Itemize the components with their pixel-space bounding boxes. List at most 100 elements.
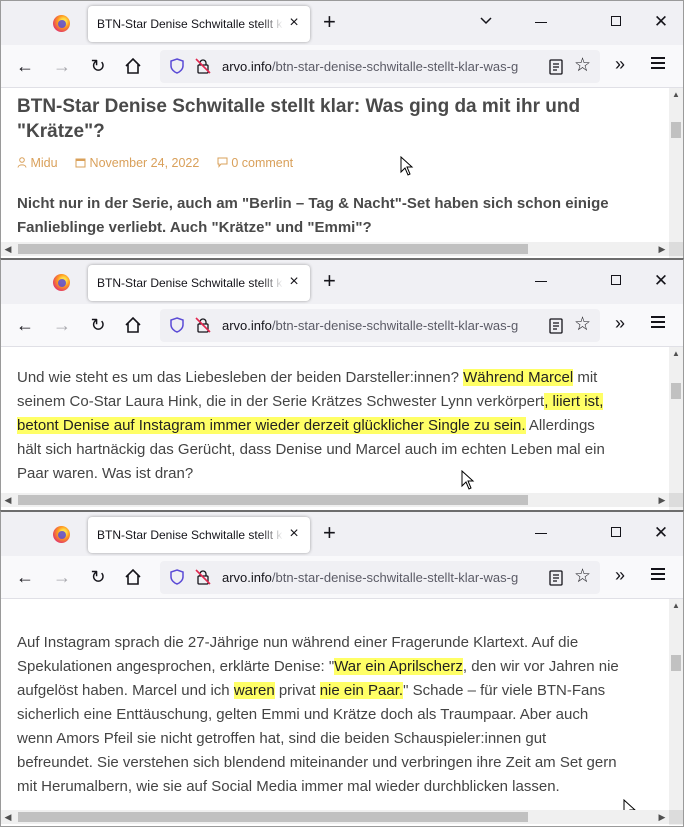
overflow-chevrons-icon[interactable]: » [615,313,625,334]
url-bar[interactable]: arvo.info/btn-star-denise-schwitalle-ste… [160,561,600,594]
scroll-right-icon[interactable]: ▶ [655,242,669,256]
url-text[interactable]: arvo.info/btn-star-denise-schwitalle-ste… [222,570,542,585]
vertical-scrollbar[interactable]: ▲ ▼ [669,88,683,258]
highlight: Während Marcel [463,369,574,386]
close-window-button[interactable]: ✕ [651,523,671,543]
new-tab-button[interactable]: + [323,270,336,292]
back-arrow-icon[interactable]: ← [13,313,37,337]
scroll-right-icon[interactable]: ▶ [655,810,669,824]
date-link[interactable]: November 24, 2022 [75,156,199,170]
bookmark-star-icon[interactable]: ☆ [574,567,591,587]
lock-strike-icon[interactable] [195,569,211,585]
scroll-up-icon[interactable]: ▲ [669,88,683,102]
close-tab-icon[interactable]: × [286,15,302,31]
vertical-scrollbar[interactable]: ▲ ▼ [669,599,683,825]
close-tab-icon[interactable]: × [286,526,302,542]
tab-title: BTN-Star Denise Schwitalle stellt klar: … [97,528,283,542]
minimize-button[interactable] [532,523,552,543]
url-bar[interactable]: arvo.info/btn-star-denise-schwitalle-ste… [160,50,600,83]
reader-view-icon[interactable] [548,570,564,586]
scroll-corner [669,810,683,824]
h-scroll-thumb[interactable] [18,244,528,254]
reload-icon[interactable]: ↻ [86,565,110,589]
close-window-button[interactable]: ✕ [651,271,671,291]
article-lead: Nicht nur in der Serie, auch am "Berlin … [17,195,609,236]
overflow-chevrons-icon[interactable]: » [615,54,625,75]
reader-view-icon[interactable] [548,59,564,75]
overflow-chevrons-icon[interactable]: » [615,565,625,586]
scroll-right-icon[interactable]: ▶ [655,493,669,507]
reload-icon[interactable]: ↻ [86,54,110,78]
hamburger-menu-icon[interactable] [651,57,665,69]
active-tab[interactable]: BTN-Star Denise Schwitalle stellt klar: … [88,517,310,553]
title-bar[interactable]: BTN-Star Denise Schwitalle stellt klar: … [1,260,683,304]
scroll-left-icon[interactable]: ◀ [1,242,15,256]
url-bar[interactable]: arvo.info/btn-star-denise-schwitalle-ste… [160,309,600,342]
shield-icon[interactable] [169,569,185,585]
forward-arrow-icon[interactable]: → [50,565,74,589]
maximize-button[interactable] [606,271,626,291]
h-scroll-thumb[interactable] [18,812,528,822]
user-icon [17,157,27,168]
title-bar[interactable]: BTN-Star Denise Schwitalle stellt klar: … [1,512,683,556]
scroll-thumb[interactable] [671,655,681,671]
mouse-cursor-icon [400,156,414,176]
firefox-logo-icon [53,526,70,543]
bookmark-star-icon[interactable]: ☆ [574,315,591,335]
scroll-thumb[interactable] [671,122,681,138]
hamburger-menu-icon[interactable] [651,316,665,328]
horizontal-scrollbar[interactable]: ◀ ▶ [1,493,669,507]
home-icon[interactable] [121,565,145,589]
new-tab-button[interactable]: + [323,11,336,33]
vertical-scrollbar[interactable]: ▲ ▼ [669,347,683,510]
horizontal-scrollbar[interactable]: ◀ ▶ [1,242,669,256]
forward-arrow-icon[interactable]: → [50,54,74,78]
url-text[interactable]: arvo.info/btn-star-denise-schwitalle-ste… [222,318,542,333]
reader-view-icon[interactable] [548,318,564,334]
shield-icon[interactable] [169,317,185,333]
lock-strike-icon[interactable] [195,58,211,74]
comments-link[interactable]: 0 comment [217,156,293,170]
active-tab[interactable]: BTN-Star Denise Schwitalle stellt klar: … [88,265,310,301]
page-content: BTN-Star Denise Schwitalle stellt klar: … [1,88,669,242]
scroll-thumb[interactable] [671,383,681,399]
maximize-button[interactable] [606,12,626,32]
browser-window-2: BTN-Star Denise Schwitalle stellt klar: … [0,258,684,510]
home-icon[interactable] [121,54,145,78]
minimize-button[interactable] [532,271,552,291]
back-arrow-icon[interactable]: ← [13,54,37,78]
nav-bar: ← → ↻ arvo.info/btn-star-denise-schwital… [1,304,683,347]
lock-strike-icon[interactable] [195,317,211,333]
scroll-left-icon[interactable]: ◀ [1,810,15,824]
highlight: , liiert ist, [544,393,604,410]
title-bar[interactable]: BTN-Star Denise Schwitalle stellt klar: … [1,1,683,45]
scroll-up-icon[interactable]: ▲ [669,599,683,613]
bookmark-star-icon[interactable]: ☆ [574,56,591,76]
reload-icon[interactable]: ↻ [86,313,110,337]
horizontal-scrollbar[interactable]: ◀ ▶ [1,810,669,824]
close-window-button[interactable]: ✕ [651,12,671,32]
h-scroll-thumb[interactable] [18,495,528,505]
highlight: nie ein Paar. [319,682,404,699]
chevron-down-icon[interactable] [479,14,493,28]
highlight: waren [233,682,275,699]
scroll-left-icon[interactable]: ◀ [1,493,15,507]
maximize-button[interactable] [606,523,626,543]
author-link[interactable]: Midu [17,156,58,170]
forward-arrow-icon[interactable]: → [50,313,74,337]
scroll-up-icon[interactable]: ▲ [669,347,683,361]
close-tab-icon[interactable]: × [286,274,302,290]
back-arrow-icon[interactable]: ← [13,565,37,589]
shield-icon[interactable] [169,58,185,74]
firefox-logo-icon [53,274,70,291]
hamburger-menu-icon[interactable] [651,568,665,580]
new-tab-button[interactable]: + [323,522,336,544]
home-icon[interactable] [121,313,145,337]
page-content: Und wie steht es um das Liebesleben der … [1,347,669,494]
browser-window-1: BTN-Star Denise Schwitalle stellt klar: … [0,0,684,258]
minimize-button[interactable] [532,12,552,32]
browser-window-3: BTN-Star Denise Schwitalle stellt klar: … [0,510,684,827]
active-tab[interactable]: BTN-Star Denise Schwitalle stellt klar: … [88,6,310,42]
url-text[interactable]: arvo.info/btn-star-denise-schwitalle-ste… [222,59,542,74]
article-headline: BTN-Star Denise Schwitalle stellt klar: … [17,96,581,142]
